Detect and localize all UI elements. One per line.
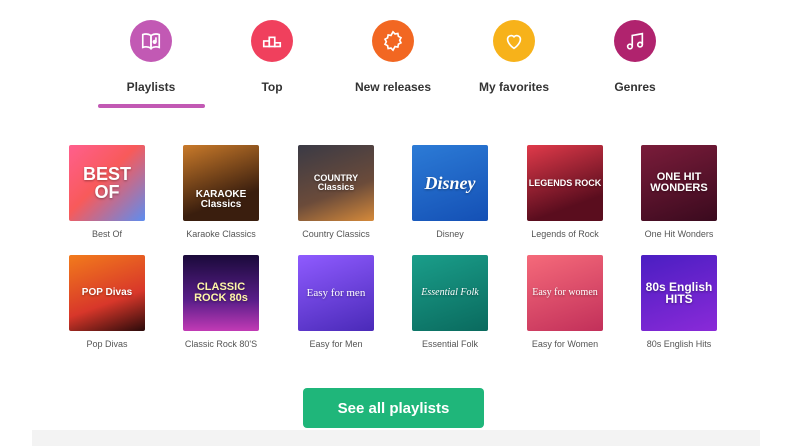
playlist-caption: Legends of Rock — [531, 229, 599, 239]
heart-icon — [493, 20, 535, 62]
cover-art-text: Easy for women — [532, 287, 598, 298]
tab-label: My favorites — [478, 80, 550, 94]
cover-art-text: BEST OF — [82, 164, 131, 202]
playlist-cover: Essential Folk — [412, 255, 488, 331]
footer-band — [32, 430, 760, 446]
playlist-card-karaoke-classics[interactable]: KARAOKE Classics Karaoke Classics — [166, 145, 276, 239]
cover-art-text: 80s English HITS — [645, 280, 713, 306]
playlist-caption: Easy for Women — [531, 339, 599, 349]
playlist-caption: One Hit Wonders — [644, 229, 714, 239]
playlist-cover: POP Divas — [69, 255, 145, 331]
tab-genres[interactable]: Genres — [575, 20, 695, 94]
playlist-card-essential-folk[interactable]: Essential Folk Essential Folk — [395, 255, 505, 349]
playlist-card-easy-for-women[interactable]: Easy for women Easy for Women — [510, 255, 620, 349]
playlist-caption: Country Classics — [302, 229, 370, 239]
playlist-card-legends-of-rock[interactable]: LEGENDS ROCK Legends of Rock — [510, 145, 620, 239]
playlist-card-80s-english-hits[interactable]: 80s English HITS 80s English Hits — [624, 255, 734, 349]
playlist-cover: COUNTRY Classics — [298, 145, 374, 221]
cover-art-text: ONE HIT WONDERS — [650, 171, 708, 194]
playlist-card-country-classics[interactable]: COUNTRY Classics Country Classics — [281, 145, 391, 239]
cover-art-text: Essential Folk — [421, 287, 479, 298]
category-tabs: Playlists Top New releases My favorites … — [0, 0, 792, 110]
playlist-caption: Essential Folk — [421, 339, 479, 349]
cover-art-text: KARAOKE Classics — [195, 189, 247, 210]
tab-label: Top — [261, 80, 283, 94]
playlist-card-disney[interactable]: Disney Disney — [395, 145, 505, 239]
tab-top[interactable]: Top — [212, 20, 332, 94]
playlist-caption: Classic Rock 80'S — [184, 339, 258, 349]
cover-art-text: COUNTRY Classics — [313, 173, 359, 192]
tab-label: Genres — [614, 80, 656, 94]
playlist-cover: Disney — [412, 145, 488, 221]
podium-icon — [251, 20, 293, 62]
playlist-card-easy-for-men[interactable]: Easy for men Easy for Men — [281, 255, 391, 349]
playlist-card-pop-divas[interactable]: POP Divas Pop Divas — [52, 255, 162, 349]
cover-art-text: Disney — [424, 173, 476, 193]
playlist-caption: Karaoke Classics — [186, 229, 256, 239]
cover-art-text: CLASSIC ROCK 80s — [194, 281, 248, 304]
playlist-caption: Easy for Men — [309, 339, 363, 349]
playlist-caption: 80s English Hits — [646, 339, 712, 349]
playlist-card-best-of[interactable]: BEST OF Best Of — [52, 145, 162, 239]
playlist-card-one-hit-wonders[interactable]: ONE HIT WONDERS One Hit Wonders — [624, 145, 734, 239]
tab-label: New releases — [354, 80, 432, 94]
playlist-cover: BEST OF — [69, 145, 145, 221]
tab-label: Playlists — [126, 80, 176, 94]
book-music-icon — [130, 20, 172, 62]
playlist-caption: Pop Divas — [86, 339, 128, 349]
tab-new-releases[interactable]: New releases — [333, 20, 453, 94]
playlist-card-classic-rock-80s[interactable]: CLASSIC ROCK 80s Classic Rock 80'S — [166, 255, 276, 349]
music-notes-icon — [614, 20, 656, 62]
badge-new-icon — [372, 20, 414, 62]
tab-my-favorites[interactable]: My favorites — [454, 20, 574, 94]
playlist-caption: Best Of — [91, 229, 122, 239]
playlist-cover: LEGENDS ROCK — [527, 145, 603, 221]
playlist-cover: Easy for women — [527, 255, 603, 331]
playlist-cover: 80s English HITS — [641, 255, 717, 331]
cover-art-text: POP Divas — [81, 287, 133, 298]
playlist-cover: KARAOKE Classics — [183, 145, 259, 221]
playlist-cover: Easy for men — [298, 255, 374, 331]
playlist-cover: ONE HIT WONDERS — [641, 145, 717, 221]
active-tab-indicator — [98, 104, 205, 108]
playlist-cover: CLASSIC ROCK 80s — [183, 255, 259, 331]
cover-art-text: Easy for men — [306, 286, 366, 299]
see-all-playlists-button[interactable]: See all playlists — [303, 388, 484, 428]
tab-playlists[interactable]: Playlists — [91, 20, 211, 94]
playlist-caption: Disney — [436, 229, 464, 239]
cover-art-text: LEGENDS ROCK — [528, 177, 602, 188]
